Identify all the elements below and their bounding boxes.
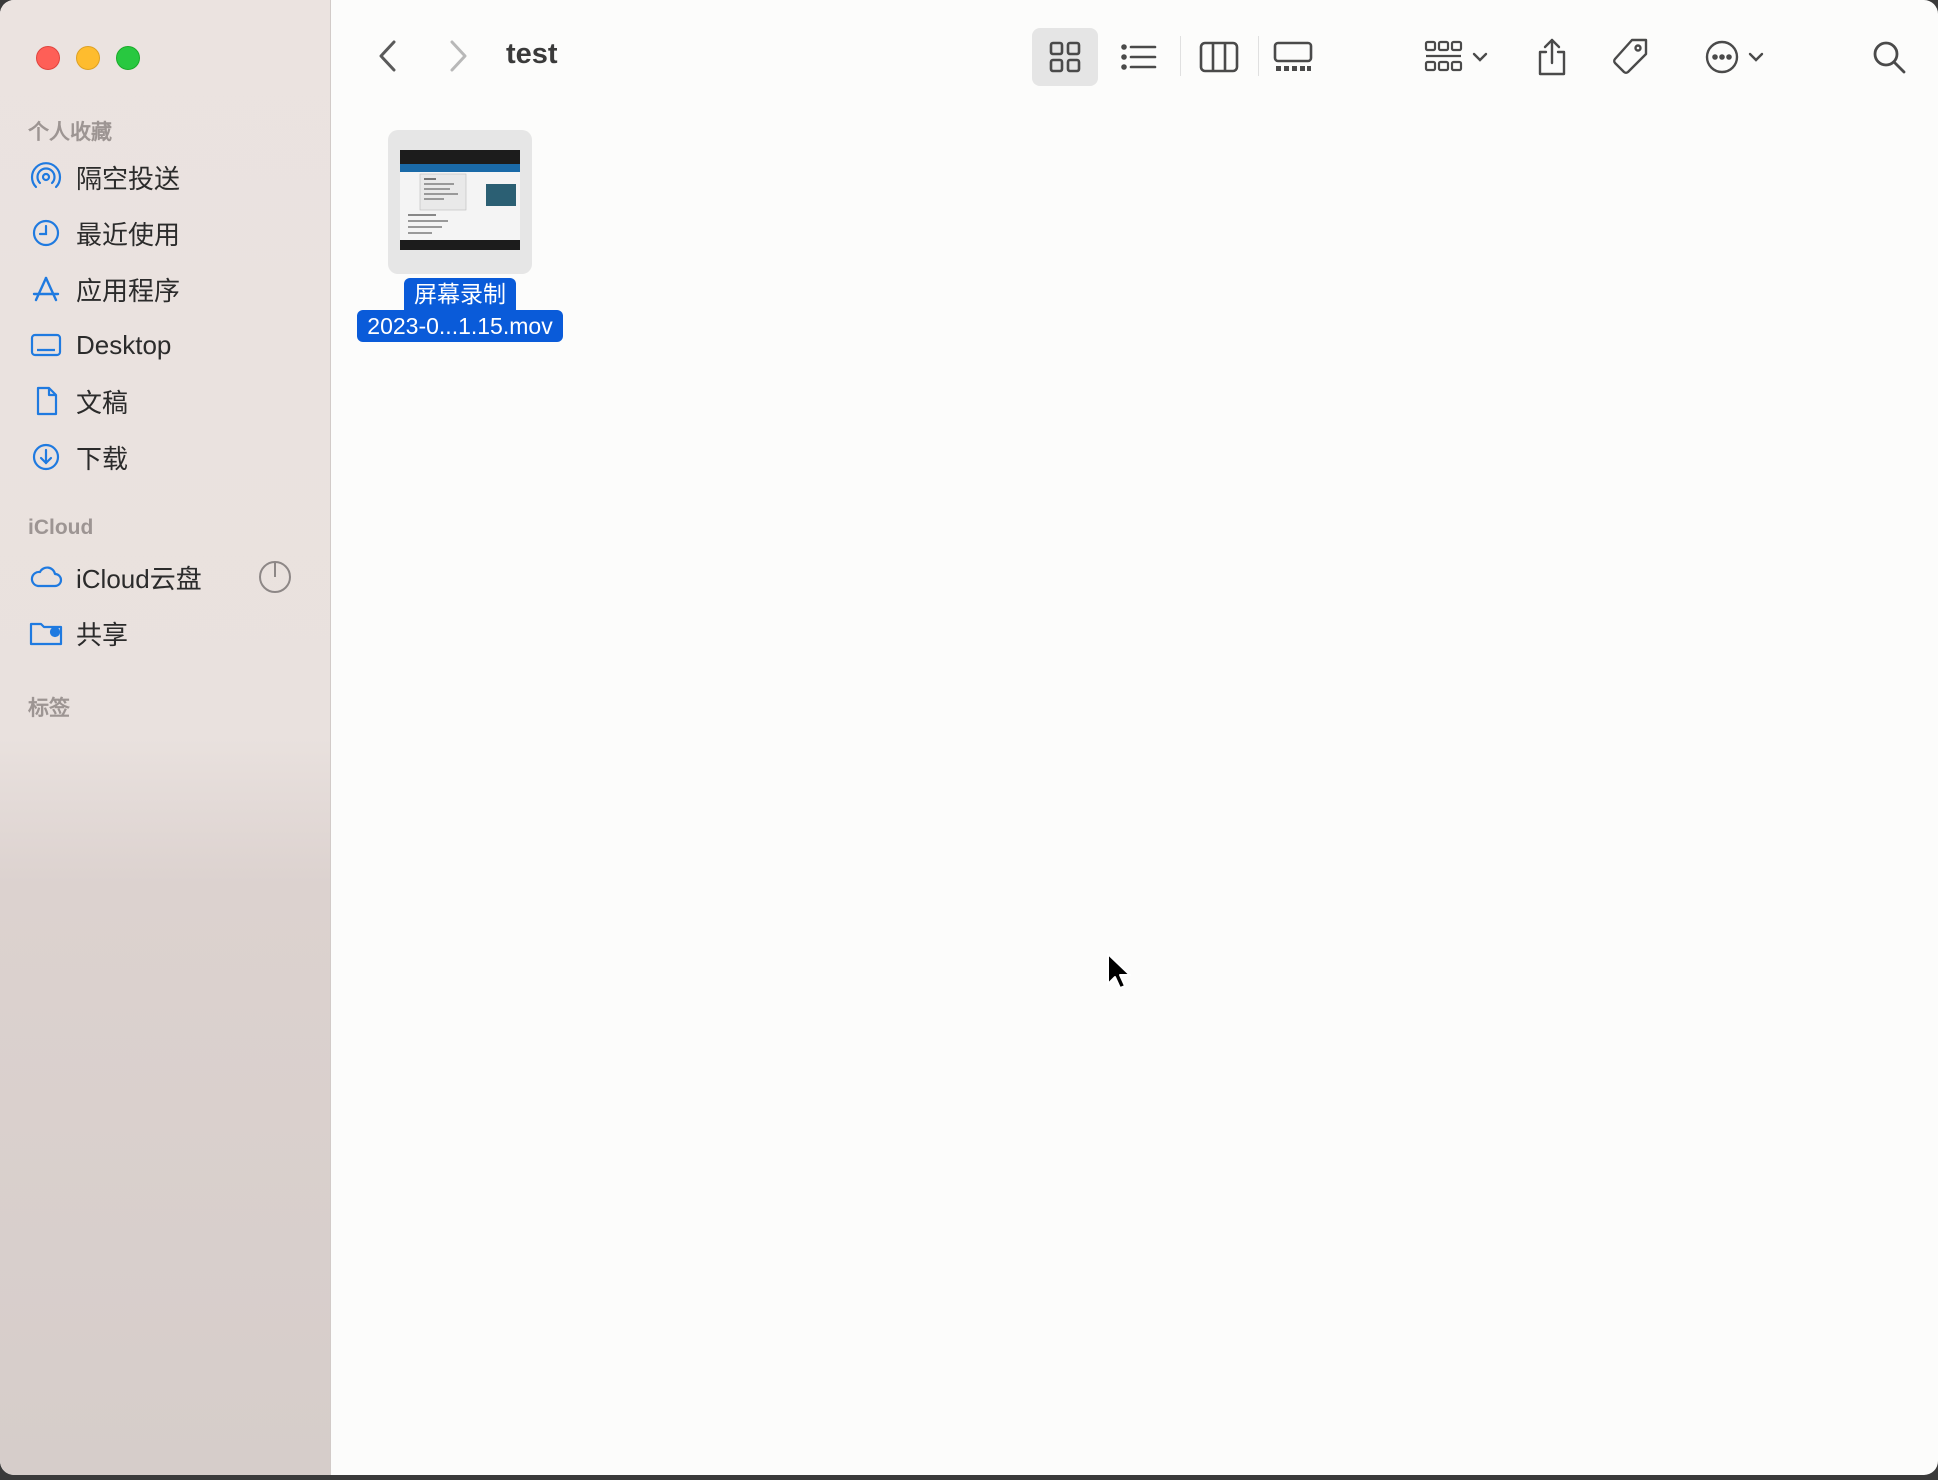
- clock-icon: [28, 215, 64, 251]
- sidebar-item-shared[interactable]: 共享: [28, 610, 308, 656]
- sidebar-item-label: 应用程序: [76, 275, 181, 306]
- list-icon: [1121, 44, 1157, 70]
- columns-icon: [1199, 41, 1239, 73]
- sidebar-item-downloads[interactable]: 下载: [28, 434, 308, 480]
- document-icon: [28, 383, 64, 419]
- back-button[interactable]: [370, 36, 406, 76]
- chevron-down-icon: [1748, 52, 1764, 62]
- file-name-line-2: 2023-0...1.15.mov: [357, 310, 563, 342]
- sidebar-item-label: iCloud云盘: [76, 563, 202, 594]
- favorites-section-label: 个人收藏: [28, 121, 112, 144]
- chevron-down-icon: [1472, 52, 1488, 62]
- download-icon: [28, 439, 64, 475]
- list-view-button[interactable]: [1106, 28, 1172, 86]
- file-name-line-1: 屏幕录制: [404, 278, 516, 310]
- airdrop-icon: [28, 159, 64, 195]
- sidebar-item-airdrop[interactable]: 隔空投送: [28, 154, 308, 200]
- chevron-left-icon: [379, 40, 396, 72]
- sidebar-item-label: 共享: [76, 619, 129, 650]
- sidebar-item-recents[interactable]: 最近使用: [28, 210, 308, 256]
- thumbnail-preview: [400, 150, 520, 250]
- search-icon: [1873, 41, 1906, 74]
- group-by-button[interactable]: [1416, 28, 1496, 86]
- gallery-icon: [1273, 41, 1313, 71]
- applications-icon: [28, 271, 64, 307]
- minimize-button[interactable]: [76, 46, 100, 70]
- sidebar-item-label: 文稿: [76, 387, 129, 418]
- sidebar-item-label: 隔空投送: [76, 163, 181, 194]
- share-icon: [1538, 38, 1566, 76]
- gallery-view-button[interactable]: [1260, 28, 1326, 86]
- more-actions-button[interactable]: [1694, 28, 1774, 86]
- icon-view-button[interactable]: [1032, 28, 1098, 86]
- sidebar-item-label: 下载: [76, 443, 129, 474]
- toolbar-separator: [1180, 36, 1181, 76]
- sidebar-item-label: 最近使用: [76, 219, 181, 250]
- window-title: test: [506, 38, 558, 70]
- tag-button[interactable]: [1604, 28, 1656, 86]
- sidebar: 个人收藏 隔空投送 最近使用 应用程序 Desktop 文稿 下载 iCloud…: [0, 0, 331, 1475]
- search-button[interactable]: [1864, 28, 1914, 86]
- sidebar-item-label: Desktop: [76, 329, 172, 360]
- forward-button[interactable]: [440, 36, 476, 76]
- cloud-icon: [28, 559, 64, 595]
- sidebar-item-desktop[interactable]: Desktop: [28, 322, 308, 368]
- tag-icon: [1613, 38, 1648, 74]
- toolbar-separator: [1258, 36, 1259, 76]
- group-icon: [1424, 40, 1463, 72]
- column-view-button[interactable]: [1186, 28, 1252, 86]
- zoom-button[interactable]: [116, 46, 140, 70]
- shared-folder-icon: [28, 615, 64, 651]
- ellipsis-circle-icon: [1705, 40, 1739, 74]
- file-name-label[interactable]: 屏幕录制 2023-0...1.15.mov: [350, 278, 570, 342]
- desktop-icon: [28, 327, 64, 363]
- close-button[interactable]: [36, 46, 60, 70]
- grid-icon: [1049, 41, 1081, 73]
- tags-section-label: 标签: [28, 697, 70, 720]
- sync-progress-icon: [259, 561, 291, 593]
- icloud-section-label: iCloud: [28, 516, 94, 539]
- finder-window: 个人收藏 隔空投送 最近使用 应用程序 Desktop 文稿 下载 iCloud…: [0, 0, 1938, 1475]
- mouse-cursor-icon: [1107, 953, 1131, 989]
- sidebar-item-documents[interactable]: 文稿: [28, 378, 308, 424]
- sidebar-item-applications[interactable]: 应用程序: [28, 266, 308, 312]
- share-button[interactable]: [1526, 28, 1578, 86]
- video-thumbnail[interactable]: [388, 130, 532, 274]
- chevron-right-icon: [450, 40, 467, 72]
